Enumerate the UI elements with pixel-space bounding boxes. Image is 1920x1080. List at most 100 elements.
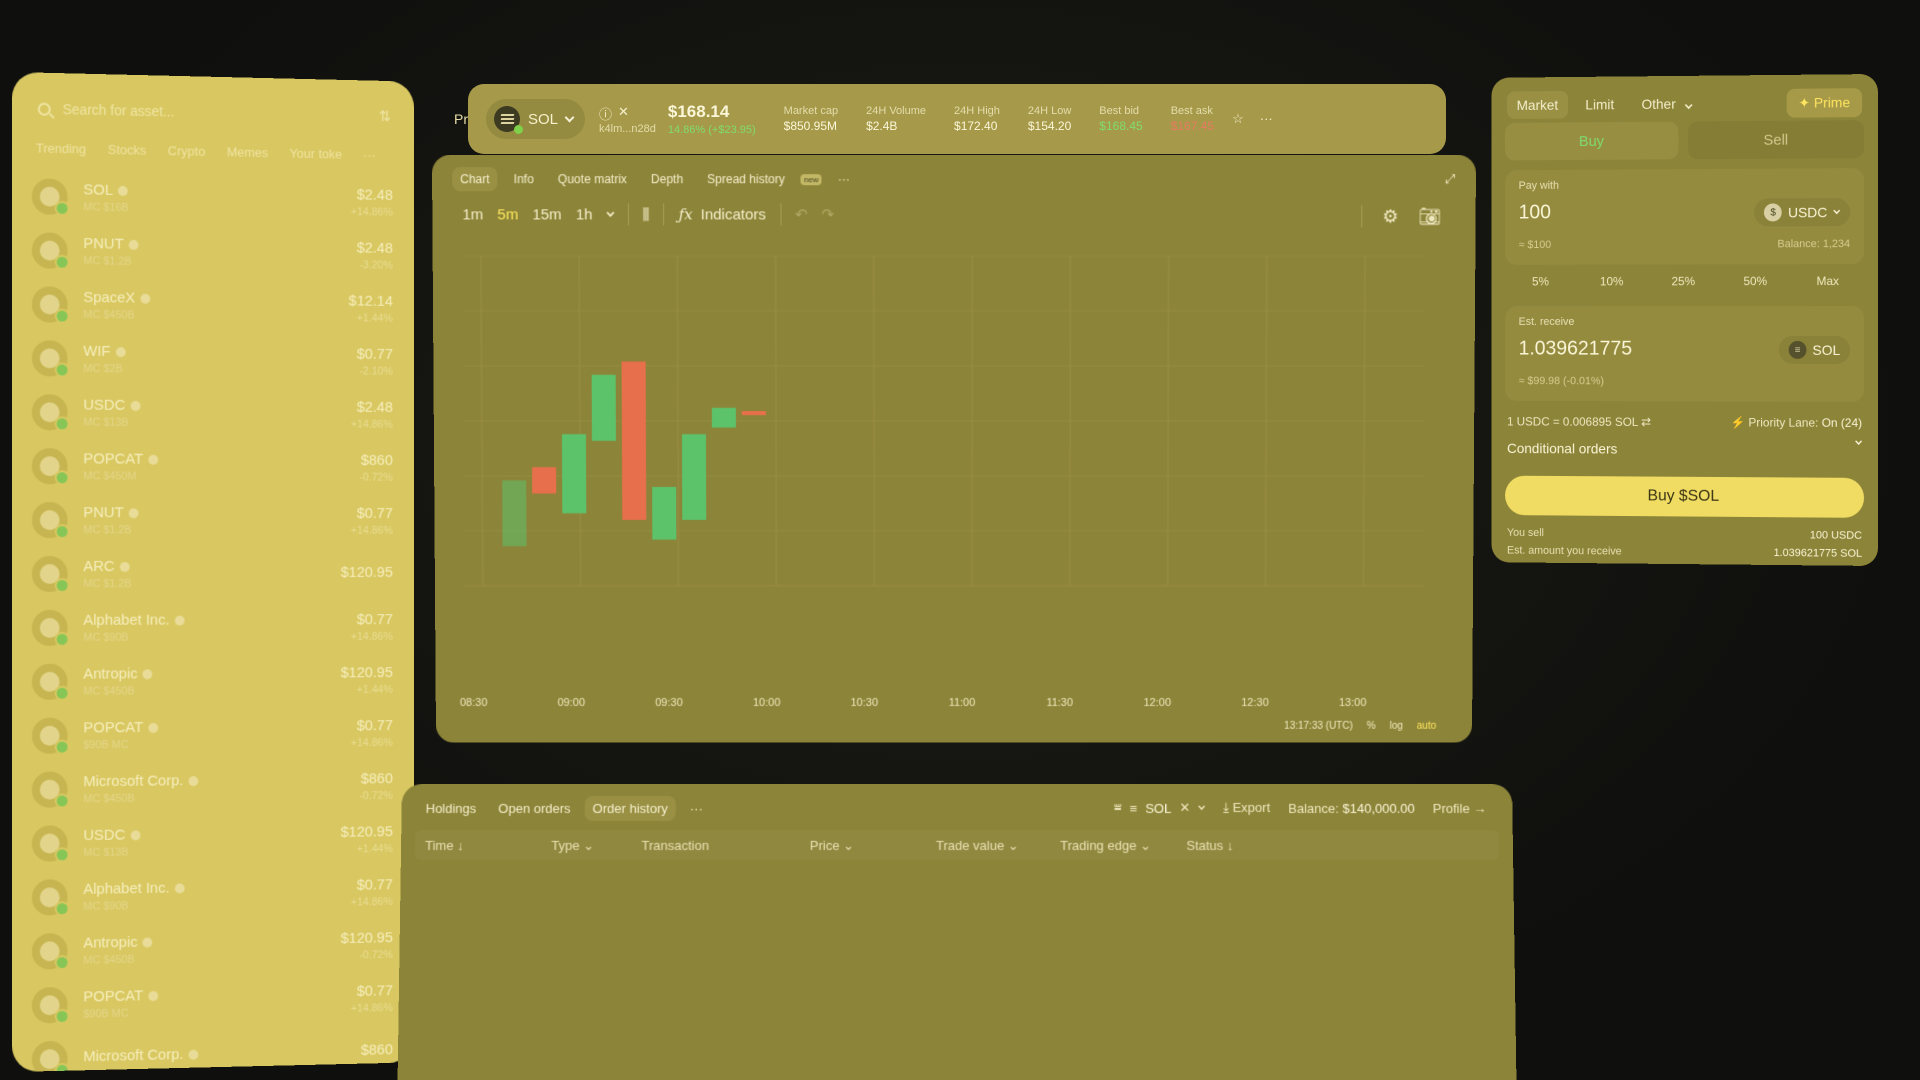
export-button[interactable]: ⤓ Export (1223, 800, 1270, 816)
watchlist-row[interactable]: PNUT MC $1.2B $0.77 +14.86% (12, 493, 414, 547)
info-icon[interactable]: ⓘ (599, 104, 612, 123)
candle-down[interactable] (532, 467, 557, 494)
token-price: $2.48 (356, 398, 393, 416)
candle-type-icon[interactable]: ⫼ (643, 206, 650, 223)
undo-icon[interactable]: ↶ (795, 205, 808, 223)
x-social-icon[interactable]: ✕ (618, 104, 629, 123)
tab-chart[interactable]: Chart (452, 167, 498, 192)
pay-token-selector[interactable]: $ USDC (1754, 198, 1851, 227)
tab-spread-history[interactable]: Spread history (699, 167, 793, 191)
watchlist-row[interactable]: POPCAT MC $450M $860 -0.72% (12, 439, 414, 495)
pct-10[interactable]: 10% (1576, 274, 1647, 288)
tab-other[interactable]: Other (1632, 90, 1702, 118)
indicators-button[interactable]: ƒx Indicators (679, 205, 766, 223)
watchlist-row[interactable]: USDC MC $13B $120.95 +1.44% (12, 812, 414, 871)
candle-down[interactable] (741, 410, 766, 415)
price-block: $168.14 14.86% (+$23.95) (668, 102, 756, 136)
scale-percent-toggle[interactable]: % (1367, 721, 1376, 732)
timeframe-1m[interactable]: 1m (462, 206, 483, 223)
token-selector[interactable]: SOL (486, 99, 586, 139)
col-price[interactable]: Price ⌄ (810, 838, 854, 854)
tab-quote-matrix[interactable]: Quote matrix (550, 167, 635, 191)
watchlist-row[interactable]: Alphabet Inc. MC $90B $0.77 +14.86% (12, 600, 414, 655)
buy-tab[interactable]: Buy (1505, 121, 1679, 161)
watchlist-row[interactable]: WIF MC $2B $0.77 -2.10% (12, 331, 414, 389)
token-filter[interactable]: ⩸ ≡ SOL ✕ (1114, 800, 1206, 816)
watchlist-row[interactable]: ARC MC $1.2B $120.95 (12, 547, 414, 601)
candle-up[interactable] (502, 480, 528, 547)
category-tab[interactable]: Trending (36, 140, 86, 156)
verified-icon (147, 722, 158, 733)
candle-up[interactable] (681, 434, 707, 521)
buy-sol-button[interactable]: Buy $SOL (1505, 475, 1865, 518)
col-trading-edge[interactable]: Trading edge ⌄ (1060, 838, 1151, 854)
watchlist-row[interactable]: PNUT MC $1.2B $2.48 -3.20% (12, 223, 414, 283)
watchlist-row[interactable]: POPCAT $90B MC $0.77 +14.86% (12, 706, 414, 763)
watchlist-search[interactable]: Search for asset... ⇅ (37, 95, 391, 131)
tab-holdings[interactable]: Holdings (417, 796, 484, 821)
conditional-orders-toggle[interactable]: Conditional orders (1507, 437, 1863, 458)
camera-icon[interactable]: 📷︎ (1419, 206, 1442, 227)
scale-auto-toggle[interactable]: auto (1417, 721, 1436, 732)
candle-down[interactable] (620, 361, 647, 521)
settings-gear-icon[interactable]: ⚙ (1382, 206, 1398, 227)
priority-lane[interactable]: ⚡ Priority Lane: On (24) (1730, 415, 1862, 429)
watchlist-row[interactable]: SpaceX MC $450B $12.14 +1.44% (12, 277, 414, 336)
redo-icon[interactable]: ↷ (822, 205, 835, 223)
watchlist-row[interactable]: SOL MC $16B $2.48 +14.86% (12, 169, 414, 230)
receive-token-selector[interactable]: ≡ SOL (1778, 335, 1851, 364)
tab-depth[interactable]: Depth (643, 167, 691, 191)
candle-up[interactable] (711, 407, 736, 428)
watchlist-row[interactable]: Antropic MC $450B $120.95 +1.44% (12, 653, 414, 709)
pct-50[interactable]: 50% (1719, 274, 1791, 288)
search-input[interactable]: Search for asset... (63, 101, 368, 124)
candle-up[interactable] (561, 434, 587, 514)
tab-more[interactable]: ··· (682, 796, 711, 821)
sell-tab[interactable]: Sell (1688, 120, 1865, 160)
category-tab[interactable]: Crypto (168, 143, 205, 159)
category-tab[interactable]: Your toke (289, 146, 342, 162)
watchlist-row[interactable]: Microsoft Corp. MC $450B $860 -0.72% (12, 759, 414, 817)
timeframe-15m[interactable]: 15m (532, 206, 561, 223)
col-status[interactable]: Status ↓ (1186, 838, 1233, 853)
pct-max[interactable]: Max (1791, 274, 1864, 288)
watchlist-row[interactable]: USDC MC $13B $2.48 +14.86% (12, 385, 414, 442)
sort-icon[interactable]: ⇅ (379, 107, 391, 125)
tab-limit[interactable]: Limit (1576, 90, 1624, 118)
col-type[interactable]: Type ⌄ (551, 838, 594, 854)
watchlist-row[interactable]: Alphabet Inc. MC $90B $0.77 +14.86% (12, 865, 414, 925)
prime-button[interactable]: ✦ Prime (1786, 88, 1863, 118)
timeframe-1h[interactable]: 1h (576, 206, 593, 223)
profile-link[interactable]: Profile → (1433, 800, 1487, 815)
star-icon[interactable]: ☆ (1232, 111, 1244, 127)
col-time[interactable]: Time ↓ (425, 838, 464, 853)
category-tab[interactable]: Stocks (108, 142, 146, 158)
more-icon[interactable]: ··· (1260, 111, 1273, 127)
candlestick-chart[interactable] (463, 256, 1426, 676)
expand-icon[interactable]: ⤢ (1445, 171, 1456, 187)
candle-up[interactable] (652, 487, 678, 541)
watchlist-row[interactable]: Antropic MC $450B $120.95 -0.72% (12, 918, 414, 979)
scale-log-toggle[interactable]: log (1390, 721, 1403, 732)
candle-up[interactable] (591, 374, 616, 441)
exchange-rate[interactable]: 1 USDC = 0.006895 SOL ⇄ (1507, 415, 1651, 429)
pay-amount-input[interactable]: 100 (1519, 202, 1551, 225)
watchlist-row[interactable]: Microsoft Corp. $860 (12, 1024, 414, 1072)
token-name: Alphabet Inc. (83, 611, 170, 629)
timeframe-dropdown-icon[interactable] (605, 208, 614, 217)
tab-info[interactable]: Info (506, 167, 542, 191)
close-icon[interactable]: ✕ (1179, 800, 1190, 816)
tab-order-history[interactable]: Order history (584, 795, 676, 821)
token-market-cap: MC $90B (83, 631, 129, 644)
category-tab[interactable]: Memes (227, 144, 268, 160)
tab-market[interactable]: Market (1506, 90, 1568, 120)
pct-5[interactable]: 5% (1505, 275, 1576, 289)
tab-open-orders[interactable]: Open orders (490, 796, 579, 821)
timeframe-5m[interactable]: 5m (497, 206, 518, 223)
category-more[interactable]: ··· (363, 147, 375, 162)
tab-more[interactable]: ··· (830, 167, 858, 191)
token-address[interactable]: k4lm...n28d (599, 123, 656, 135)
col-trade-value[interactable]: Trade value ⌄ (936, 838, 1019, 854)
watchlist-row[interactable]: POPCAT $90B MC $0.77 +14.86% (12, 971, 414, 1033)
pct-25[interactable]: 25% (1647, 274, 1719, 288)
